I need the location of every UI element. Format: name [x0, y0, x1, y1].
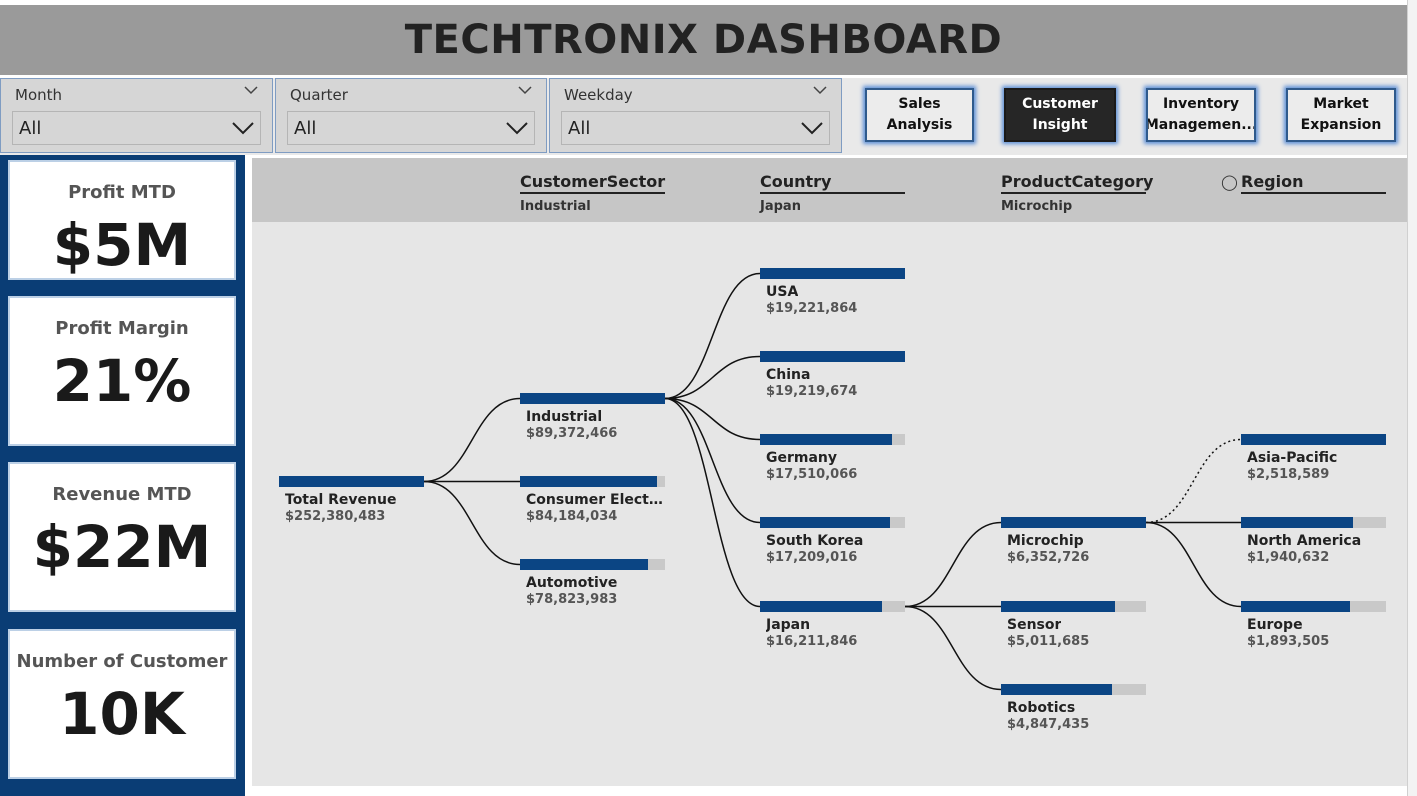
node-label: Robotics: [1007, 700, 1076, 716]
tree-connector: [664, 397, 761, 441]
bar-fill: [520, 393, 665, 404]
node-value: $5,011,685: [1007, 634, 1090, 649]
node-value: $19,221,864: [766, 301, 858, 316]
tree-node-europe[interactable]: Europe $1,893,505: [1241, 601, 1386, 649]
node-label: North America: [1247, 533, 1362, 549]
bar-fill: [1001, 684, 1112, 695]
node-label: Asia-Pacific: [1247, 450, 1338, 466]
bar-fill: [760, 601, 883, 612]
tree-connector: [664, 272, 761, 400]
node-value: $89,372,466: [526, 426, 618, 441]
node-value: $17,209,016: [766, 550, 858, 565]
bar-fill: [279, 476, 424, 487]
node-value: $1,940,632: [1247, 550, 1330, 565]
node-value: $1,893,505: [1247, 634, 1330, 649]
tree-node-industrial[interactable]: Industrial $89,372,466: [520, 393, 665, 441]
node-label: USA: [766, 284, 799, 300]
node-value: $6,352,726: [1007, 550, 1090, 565]
node-value: $19,219,674: [766, 384, 858, 399]
tree-node-robotics[interactable]: Robotics $4,847,435: [1001, 684, 1146, 732]
bar-fill: [1241, 517, 1353, 528]
node-label: South Korea: [766, 533, 864, 549]
tree-connector: [904, 605, 1002, 691]
tree-connector: [1145, 438, 1242, 524]
bar-fill: [520, 476, 657, 487]
bottom-strip: [252, 786, 1407, 796]
tree-node-usa[interactable]: USA $19,221,864: [760, 268, 905, 316]
tree-node-sensor[interactable]: Sensor $5,011,685: [1001, 601, 1146, 649]
bar-fill: [1001, 601, 1116, 612]
node-value: $4,847,435: [1007, 717, 1090, 732]
bar-fill: [1241, 601, 1351, 612]
tree-node-south-korea[interactable]: South Korea $17,209,016: [760, 517, 905, 565]
node-label: Industrial: [526, 409, 603, 425]
tree-node-china[interactable]: China $19,219,674: [760, 351, 905, 399]
node-label: Consumer Electro...: [526, 492, 667, 508]
tree-connector: [904, 521, 1002, 608]
node-label: Japan: [766, 617, 811, 633]
node-label: Europe: [1247, 617, 1303, 633]
bar-fill: [520, 559, 648, 570]
bar-fill: [760, 268, 905, 279]
tree-node-germany[interactable]: Germany $17,510,066: [760, 434, 905, 482]
node-value: $252,380,483: [285, 509, 386, 524]
tree-node-microchip[interactable]: Microchip $6,352,726: [1001, 517, 1146, 565]
tree-connector: [423, 397, 521, 483]
tree-connector: [1145, 521, 1242, 608]
bar-fill: [1001, 517, 1146, 528]
tree-connector: [664, 397, 761, 608]
node-label: China: [766, 367, 811, 383]
node-value: $84,184,034: [526, 509, 618, 524]
node-value: $16,211,846: [766, 634, 858, 649]
bar-fill: [760, 517, 890, 528]
tree-connector: [664, 355, 761, 400]
bar-fill: [760, 434, 893, 445]
node-label: Germany: [766, 450, 838, 466]
tree-node-japan[interactable]: Japan $16,211,846: [760, 601, 905, 649]
bar-fill: [760, 351, 905, 362]
node-value: $17,510,066: [766, 467, 858, 482]
node-value: $78,823,983: [526, 592, 618, 607]
tree-node-total-revenue[interactable]: Total Revenue $252,380,483: [279, 476, 424, 524]
node-label: Microchip: [1007, 533, 1084, 549]
tree-node-asia-pacific[interactable]: Asia-Pacific $2,518,589: [1241, 434, 1386, 482]
node-label: Automotive: [526, 575, 618, 591]
bar-fill: [1241, 434, 1386, 445]
node-label: Total Revenue: [285, 492, 397, 508]
tree-node-consumer-electro[interactable]: Consumer Electro... $84,184,034: [520, 476, 667, 524]
tree-node-north-america[interactable]: North America $1,940,632: [1241, 517, 1386, 565]
node-label: Sensor: [1007, 617, 1062, 633]
tree-connector: [423, 480, 521, 566]
tree-node-automotive[interactable]: Automotive $78,823,983: [520, 559, 665, 607]
tree-connectors: [423, 272, 1242, 691]
node-value: $2,518,589: [1247, 467, 1330, 482]
